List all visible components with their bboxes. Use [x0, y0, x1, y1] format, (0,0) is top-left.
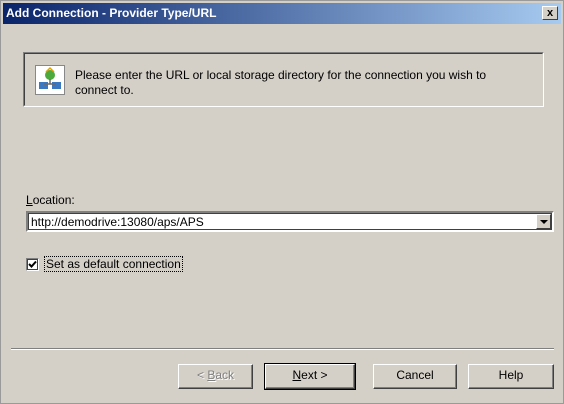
- info-panel: Please enter the URL or local storage di…: [23, 52, 544, 107]
- default-connection-checkbox[interactable]: [26, 258, 39, 271]
- dialog-title: Add Connection - Provider Type/URL: [6, 6, 217, 20]
- cancel-button[interactable]: Cancel: [373, 364, 457, 389]
- separator: [11, 348, 554, 350]
- location-combobox[interactable]: http://demodrive:13080/aps/APS: [26, 211, 554, 232]
- location-value[interactable]: http://demodrive:13080/aps/APS: [31, 215, 204, 229]
- chevron-down-icon[interactable]: [536, 214, 551, 229]
- close-button[interactable]: x: [542, 6, 558, 20]
- info-text: Please enter the URL or local storage di…: [75, 68, 487, 97]
- add-connection-dialog: Add Connection - Provider Type/URL x Ple…: [0, 0, 564, 404]
- checkmark-icon: [28, 260, 37, 268]
- back-button[interactable]: < Back: [178, 364, 253, 389]
- location-label: Location:: [26, 193, 75, 207]
- default-connection-label[interactable]: Set as default connection: [44, 256, 183, 272]
- help-button[interactable]: Help: [468, 364, 554, 389]
- network-connection-icon: [35, 65, 65, 95]
- next-button[interactable]: Next >: [264, 363, 356, 390]
- close-icon: x: [546, 7, 554, 19]
- title-bar[interactable]: Add Connection - Provider Type/URL x: [3, 3, 561, 24]
